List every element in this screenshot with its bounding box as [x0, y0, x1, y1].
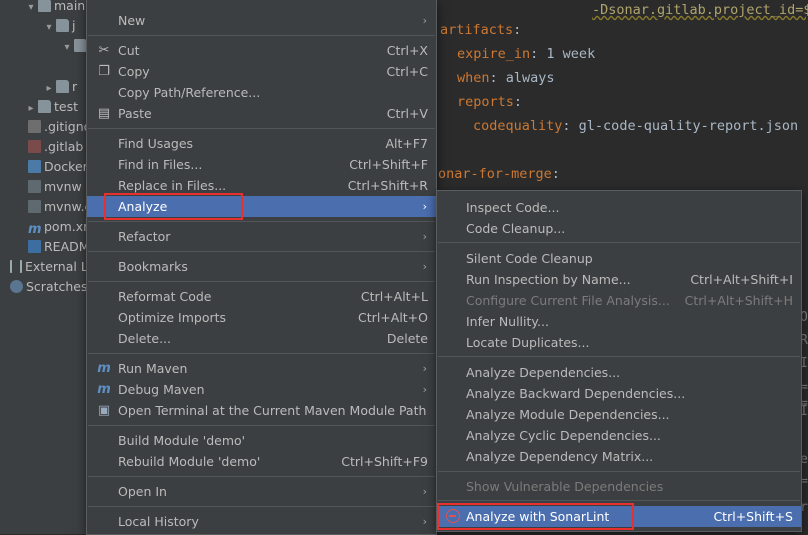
menu-separator: [438, 242, 800, 243]
code-line-3: expire_in: 1 week: [457, 46, 596, 62]
context-menu: New › ✂ Cut Ctrl+X ❐ Copy Ctrl+C Copy Path/Re…: [86, 0, 437, 535]
menu-item-backward-dependencies[interactable]: Analyze Backward Dependencies...: [437, 383, 801, 404]
maven-run-icon: m: [97, 361, 111, 376]
code-line-4: when: always: [457, 70, 555, 86]
maven-icon: m: [28, 222, 42, 237]
docker-file-icon: [28, 160, 41, 173]
menu-item-inspect-code[interactable]: Inspect Code...: [437, 197, 801, 218]
git-file-icon: [28, 120, 41, 133]
menu-separator: [438, 356, 800, 357]
menu-item-run-inspection[interactable]: Run Inspection by Name... Ctrl+Alt+Shift+…: [437, 269, 801, 290]
menu-separator: [88, 281, 435, 282]
scratches-icon: [10, 280, 23, 293]
menu-separator: [88, 353, 435, 354]
menu-item-local-history[interactable]: Local History ›: [87, 511, 436, 532]
chevron-right-icon: ›: [422, 515, 427, 528]
library-icon: [10, 260, 22, 273]
chevron-right-icon: ›: [422, 230, 427, 243]
text-file-icon: [28, 200, 41, 213]
tree-file-gitlab[interactable]: .gitlab: [28, 137, 83, 157]
chevron-right-icon: ›: [422, 260, 427, 273]
menu-item-analyze-dependencies[interactable]: Analyze Dependencies...: [437, 362, 801, 383]
menu-item-analyze-sonarlint[interactable]: Analyze with SonarLint Ctrl+Shift+S: [437, 506, 801, 527]
copy-icon: ❐: [98, 64, 110, 79]
menu-item-locate-duplicates[interactable]: Locate Duplicates...: [437, 332, 801, 353]
chevron-right-icon: ›: [422, 362, 427, 375]
tree-node-j[interactable]: ▾ j: [42, 16, 75, 36]
menu-item-find-in-files[interactable]: Find in Files... Ctrl+Shift+F: [87, 154, 436, 175]
menu-item-configure-analysis: Configure Current File Analysis... Ctrl+A…: [466, 293, 793, 308]
menu-separator: [88, 476, 435, 477]
tree-file-docker[interactable]: Docker: [28, 157, 88, 177]
menu-item-new[interactable]: New ›: [87, 10, 436, 31]
menu-item-reformat-code[interactable]: Reformat Code Ctrl+Alt+L: [87, 286, 436, 307]
tree-file-mvnw[interactable]: mvnw: [28, 177, 82, 197]
menu-item-open-terminal[interactable]: ▣ Open Terminal at the Current Maven Modu…: [87, 400, 436, 421]
menu-item-module-dependencies[interactable]: Analyze Module Dependencies...: [437, 404, 801, 425]
code-line-5: reports:: [457, 94, 523, 110]
yaml-file-icon: [28, 140, 41, 153]
menu-item-bookmarks[interactable]: Bookmarks ›: [87, 256, 436, 277]
tree-node-main[interactable]: ▾ main: [24, 0, 85, 16]
tree-scratches[interactable]: Scratches: [10, 277, 88, 297]
menu-item-copy[interactable]: ❐ Copy Ctrl+C: [87, 61, 436, 82]
menu-item-find-usages[interactable]: Find Usages Alt+F7: [87, 133, 436, 154]
code-line-2: artifacts:: [440, 22, 522, 38]
menu-item-replace-in-files[interactable]: Replace in Files... Ctrl+Shift+R: [87, 175, 436, 196]
tree-file-pom[interactable]: m pom.xr: [28, 217, 88, 237]
menu-separator: [88, 506, 435, 507]
menu-item-build-module[interactable]: Build Module 'demo': [87, 430, 436, 451]
menu-item-debug-maven[interactable]: m Debug Maven ›: [87, 379, 436, 400]
analyze-submenu: Inspect Code... Code Cleanup... Silent C…: [436, 190, 802, 532]
menu-separator: [88, 251, 435, 252]
menu-item-infer-nullity[interactable]: Infer Nullity...: [437, 311, 801, 332]
menu-separator: [88, 425, 435, 426]
folder-icon: [56, 19, 69, 32]
clipboard-icon: ▤: [97, 106, 111, 121]
menu-item-delete[interactable]: Delete... Delete: [87, 328, 436, 349]
chevron-right-icon: ›: [422, 200, 427, 213]
maven-debug-icon: m: [97, 382, 111, 397]
menu-item-analyze[interactable]: Analyze ›: [87, 196, 436, 217]
chevron-right-icon: ›: [422, 383, 427, 396]
markdown-file-icon: [28, 240, 41, 253]
menu-separator: [438, 471, 800, 472]
chevron-right-icon: ›: [422, 485, 427, 498]
menu-item-code-cleanup[interactable]: Code Cleanup...: [437, 218, 801, 239]
menu-item-cyclic-dependencies[interactable]: Analyze Cyclic Dependencies...: [437, 425, 801, 446]
menu-item-dependency-matrix[interactable]: Analyze Dependency Matrix...: [437, 446, 801, 467]
folder-icon: [38, 100, 51, 113]
code-line-6: codequality: gl-code-quality-report.json: [473, 118, 799, 134]
menu-item-paste[interactable]: ▤ Paste Ctrl+V: [87, 103, 436, 124]
menu-item-run-maven[interactable]: m Run Maven ›: [87, 358, 436, 379]
menu-item-silent-cleanup[interactable]: Silent Code Cleanup: [437, 248, 801, 269]
tree-file-mvnw-cmd[interactable]: mvnw.c: [28, 197, 90, 217]
tree-node-r[interactable]: ▸ r: [42, 77, 77, 97]
sonarlint-icon: [446, 509, 460, 523]
tree-node-test[interactable]: ▸ test: [24, 97, 78, 117]
menu-item-copy-path[interactable]: Copy Path/Reference...: [87, 82, 436, 103]
chevron-right-icon: ›: [422, 14, 427, 27]
menu-item-rebuild-module[interactable]: Rebuild Module 'demo' Ctrl+Shift+F9: [87, 451, 436, 472]
menu-separator: [88, 35, 435, 36]
menu-separator: [438, 500, 800, 501]
menu-item-open-in[interactable]: Open In ›: [87, 481, 436, 502]
menu-separator: [88, 221, 435, 222]
menu-item-refactor[interactable]: Refactor ›: [87, 226, 436, 247]
tree-file-gitignore[interactable]: .gitignore: [28, 117, 90, 137]
menu-separator: [88, 128, 435, 129]
tree-file-readme[interactable]: READM: [28, 237, 90, 257]
terminal-icon: ▣: [97, 403, 111, 418]
code-line-1: -Dsonar.gitlab.project_id=$: [592, 2, 808, 18]
folder-icon: [56, 80, 69, 93]
scissors-icon: ✂: [98, 43, 110, 58]
folder-icon: [38, 0, 51, 12]
tree-external-libraries[interactable]: External Li: [10, 257, 90, 277]
menu-item-vulnerable-dependencies: Show Vulnerable Dependencies: [466, 479, 664, 494]
code-line-7: onar-for-merge:: [438, 166, 560, 182]
project-tree: ▾main ▾j ▾ ▸r ▸test .gitignore .gitlab D…: [0, 0, 90, 534]
menu-item-optimize-imports[interactable]: Optimize Imports Ctrl+Alt+O: [87, 307, 436, 328]
text-file-icon: [28, 180, 41, 193]
menu-item-cut[interactable]: ✂ Cut Ctrl+X: [87, 40, 436, 61]
